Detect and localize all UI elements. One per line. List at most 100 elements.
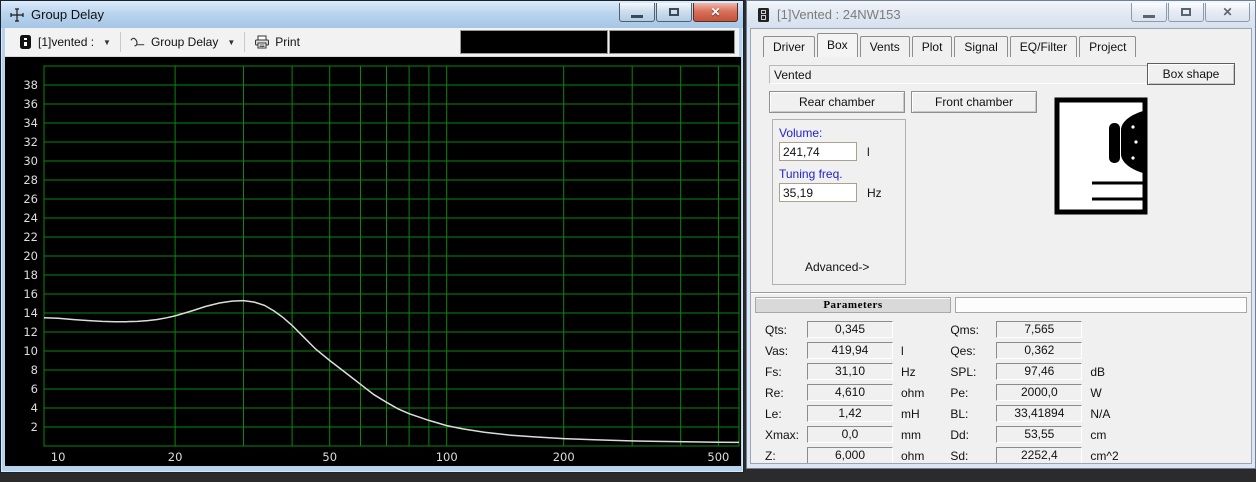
- param-value-bl: 33,41894: [996, 405, 1083, 422]
- toolbar-separator: [244, 32, 246, 52]
- group-delay-chart[interactable]: 2 4 6 8 10 12 14 16 18 20 22 24 26 28 30 32 34 36 38 10 20 50…: [5, 57, 741, 466]
- param-label-dd: Dd:: [950, 427, 970, 442]
- param-row: Pe: 2000,0 W: [950, 384, 1118, 401]
- param-row: Re: 4,610 ohm: [765, 384, 924, 401]
- svg-text:34: 34: [23, 116, 38, 130]
- project-titlebar[interactable]: [1]Vented : 24NW153 ✕: [747, 1, 1255, 28]
- param-label-le: Le:: [765, 406, 782, 421]
- tab-box[interactable]: Box: [817, 33, 858, 57]
- svg-text:10: 10: [23, 344, 38, 358]
- svg-text:20: 20: [168, 450, 183, 464]
- minimize-button[interactable]: [619, 3, 655, 22]
- tab-project[interactable]: Project: [1079, 36, 1137, 57]
- minimize-button[interactable]: [1131, 3, 1167, 22]
- speaker-icon: [755, 7, 771, 23]
- param-value-spl: 97,46: [996, 363, 1083, 380]
- param-row: Fs: 31,10 Hz: [765, 363, 924, 380]
- driver-selector-dropdown[interactable]: [1]vented : ▼: [11, 32, 117, 52]
- tab-signal[interactable]: Signal: [954, 36, 1008, 57]
- advanced-link[interactable]: Advanced->: [805, 260, 869, 274]
- driver-selector-label: [1]vented :: [38, 35, 95, 49]
- curve-icon: [130, 34, 146, 50]
- group-delay-titlebar[interactable]: Group Delay ✕: [1, 1, 743, 28]
- tab-vents[interactable]: Vents: [859, 36, 910, 57]
- svg-text:28: 28: [23, 173, 38, 187]
- param-value-dd: 53,55: [996, 426, 1083, 443]
- print-button[interactable]: Print: [248, 32, 306, 52]
- driver-icon: [17, 34, 33, 50]
- param-value-qts: 0,345: [807, 321, 893, 338]
- svg-text:26: 26: [23, 192, 38, 206]
- driver-magnet: [1109, 123, 1120, 163]
- param-unit-le: mH: [901, 406, 920, 421]
- desktop: Group Delay ✕ [1]vented : ▼ Group Delay …: [0, 0, 1256, 482]
- toolbar-separator: [119, 32, 121, 52]
- chevron-down-icon: ▼: [227, 37, 236, 47]
- restore-icon: [669, 8, 679, 16]
- param-value-sd: 2252,4: [996, 447, 1083, 463]
- param-label-z: Z:: [765, 448, 776, 463]
- param-label-spl: SPL:: [950, 364, 977, 379]
- close-button[interactable]: ✕: [693, 3, 738, 22]
- volume-input[interactable]: [779, 142, 857, 161]
- parameters-header[interactable]: Parameters: [755, 297, 951, 313]
- chevron-down-icon: ▼: [103, 37, 111, 47]
- restore-button[interactable]: [656, 3, 692, 22]
- tab-plot[interactable]: Plot: [911, 36, 953, 57]
- restore-button[interactable]: [1168, 3, 1204, 22]
- window-title: Group Delay: [31, 7, 104, 22]
- param-label-pe: Pe:: [950, 385, 969, 400]
- param-label-vas: Vas:: [765, 343, 789, 358]
- svg-text:500: 500: [707, 450, 729, 464]
- close-button[interactable]: ✕: [1205, 3, 1250, 22]
- param-value-qms: 7,565: [996, 321, 1083, 338]
- tuning-freq-label: Tuning freq.: [779, 167, 843, 181]
- param-unit-re: ohm: [901, 385, 925, 400]
- param-label-fs: Fs:: [765, 364, 782, 379]
- close-icon: ✕: [710, 5, 721, 19]
- param-value-re: 4,610: [807, 384, 893, 401]
- param-value-pe: 2000,0: [996, 384, 1083, 401]
- param-row: Qes: 0,362: [950, 342, 1118, 359]
- svg-text:100: 100: [436, 450, 458, 464]
- graph-type-dropdown[interactable]: Group Delay ▼: [124, 32, 241, 52]
- svg-text:6: 6: [31, 382, 38, 396]
- tab-eq-filter[interactable]: EQ/Filter: [1009, 36, 1078, 57]
- plot-crosshair-icon: [9, 7, 25, 23]
- svg-text:14: 14: [23, 306, 38, 320]
- svg-text:50: 50: [322, 450, 337, 464]
- cursor-readout-value: [609, 30, 735, 54]
- svg-text:10: 10: [51, 450, 66, 464]
- chart-toolbar: [1]vented : ▼ Group Delay ▼ Print: [5, 28, 739, 57]
- param-label-xmax: Xmax:: [765, 427, 800, 442]
- close-icon: ✕: [1222, 5, 1233, 19]
- print-label: Print: [275, 35, 300, 49]
- param-unit-pe: W: [1090, 385, 1102, 400]
- param-value-fs: 31,10: [807, 363, 893, 380]
- group-delay-plot[interactable]: 246810121416182022242628303234363810 20 50…: [5, 57, 741, 466]
- param-unit-sd: cm^2: [1090, 448, 1119, 463]
- param-value-le: 1,42: [807, 405, 893, 422]
- param-unit-bl: N/A: [1090, 406, 1111, 421]
- param-row: Qts: 0,345: [765, 321, 924, 338]
- param-value-vas: 419,94: [807, 342, 893, 359]
- restore-icon: [1181, 8, 1191, 16]
- param-row: SPL: 97,46 dB: [950, 363, 1118, 380]
- svg-text:38: 38: [23, 78, 38, 92]
- param-label-sd: Sd:: [950, 448, 969, 463]
- box-shape-drawing: [1054, 97, 1150, 220]
- tuning-freq-input[interactable]: [779, 183, 857, 202]
- front-chamber-button[interactable]: Front chamber: [911, 91, 1037, 113]
- tab-driver[interactable]: Driver: [763, 36, 815, 57]
- box-shape-button[interactable]: Box shape: [1147, 63, 1235, 85]
- rear-chamber-button[interactable]: Rear chamber: [769, 91, 905, 113]
- section-divider: [751, 292, 1251, 294]
- printer-icon: [254, 34, 270, 50]
- param-unit-spl: dB: [1090, 364, 1106, 379]
- minimize-icon: [631, 14, 643, 18]
- project-window: [1]Vented : 24NW153 ✕ Driver Box Vents Plot…: [746, 0, 1256, 469]
- svg-text:24: 24: [23, 211, 38, 225]
- minimize-icon: [1143, 14, 1155, 18]
- param-label-qts: Qts:: [765, 322, 788, 337]
- svg-text:12: 12: [23, 325, 38, 339]
